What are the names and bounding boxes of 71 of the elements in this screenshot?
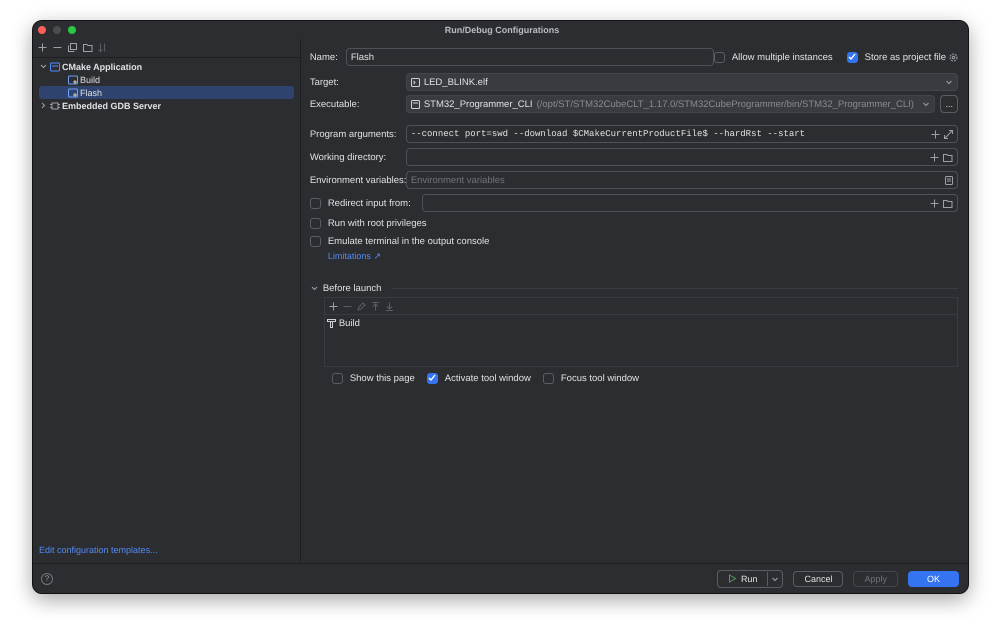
plus-icon [328, 302, 338, 310]
task-label[interactable]: Build [338, 318, 360, 329]
chip-icon [50, 100, 60, 110]
field-label: Target: [310, 76, 340, 88]
field-label: Program arguments: [310, 128, 398, 140]
tree-item[interactable]: Build [39, 73, 294, 86]
checkbox-label: Activate tool window [444, 372, 531, 384]
folder-icon [82, 43, 92, 52]
tree-item[interactable]: Embedded GDB Server [39, 99, 294, 112]
checkbox[interactable] [426, 372, 438, 384]
limitations-link[interactable]: Limitations ↗ [328, 250, 382, 260]
dialog-button[interactable]: Cancel [793, 570, 844, 586]
checkbox-label: Show this page [350, 372, 415, 384]
section-title: Before launch [322, 282, 382, 294]
gear-icon [949, 52, 958, 62]
minimize-button[interactable] [53, 26, 61, 34]
folder-icon [943, 152, 953, 162]
browse-button[interactable]: ... [940, 95, 958, 113]
checkbox-label: Redirect input from: [328, 198, 411, 208]
redirect-field[interactable] [422, 194, 958, 212]
expand-icon [944, 130, 953, 138]
caret-icon [945, 78, 953, 86]
checkbox-label: Focus tool window [560, 372, 640, 384]
sort-icon [98, 43, 107, 52]
checkbox[interactable] [310, 198, 321, 208]
help-button[interactable]: ? [41, 572, 53, 584]
plus-icon [931, 130, 940, 138]
field-label: Working directory: [310, 152, 388, 162]
caret-icon [771, 574, 780, 582]
window-title: Run/Debug Configurations [444, 25, 560, 35]
checkbox-label: Emulate terminal in the output console [328, 236, 490, 246]
field-label: Executable: [310, 98, 360, 110]
executable-dropdown[interactable]: STM32_Programmer_CLI (/opt/ST/STM32CubeCLT_1.17.0/STM32CubeProgrammer/bin/STM32_Programmer_CLI) [406, 95, 936, 113]
plus-icon [930, 198, 939, 208]
caret-icon [922, 100, 930, 108]
plus-icon [930, 152, 939, 162]
play-icon [728, 574, 737, 583]
copy-icon [68, 43, 77, 52]
close-button[interactable] [38, 26, 46, 34]
config-icon [68, 88, 78, 98]
field-label: Name: [310, 52, 339, 62]
checkbox-label: Store as project file [864, 52, 946, 62]
window-icon [50, 62, 60, 72]
directory-field[interactable] [406, 148, 958, 166]
list-icon [945, 176, 953, 184]
tree-item[interactable]: Flash [39, 86, 294, 99]
up-icon [370, 302, 380, 310]
target-dropdown[interactable]: LED_BLINK.elf [406, 73, 958, 91]
zoom-button[interactable] [68, 26, 76, 34]
checkbox[interactable] [714, 52, 725, 62]
name-field[interactable]: Flash [346, 48, 714, 66]
ok-button[interactable]: OK [908, 570, 959, 586]
tree-item[interactable]: CMake Application [39, 60, 294, 73]
chevron-icon[interactable] [39, 101, 48, 110]
chevron-icon[interactable] [310, 284, 319, 292]
checkbox[interactable] [846, 52, 858, 62]
folder-icon [943, 198, 953, 208]
arguments-field[interactable]: --connect port=swd --download $CMakeCurrentProductFile$ --hardRst --start [406, 125, 958, 143]
checkbox[interactable] [542, 372, 554, 384]
plus-icon [38, 43, 47, 52]
checkbox[interactable] [310, 236, 321, 246]
down-icon [384, 302, 394, 310]
checkbox[interactable] [310, 218, 321, 228]
chevron-icon[interactable] [39, 62, 48, 71]
pencil-icon [356, 302, 366, 310]
config-icon [68, 74, 78, 84]
templates-link[interactable]: Edit configuration templates... [39, 545, 158, 555]
checkbox-label: Run with root privileges [328, 218, 427, 228]
field-label: Environment variables: [310, 174, 406, 186]
checkbox-label: Allow multiple instances [732, 52, 833, 62]
checkbox[interactable] [332, 372, 343, 384]
